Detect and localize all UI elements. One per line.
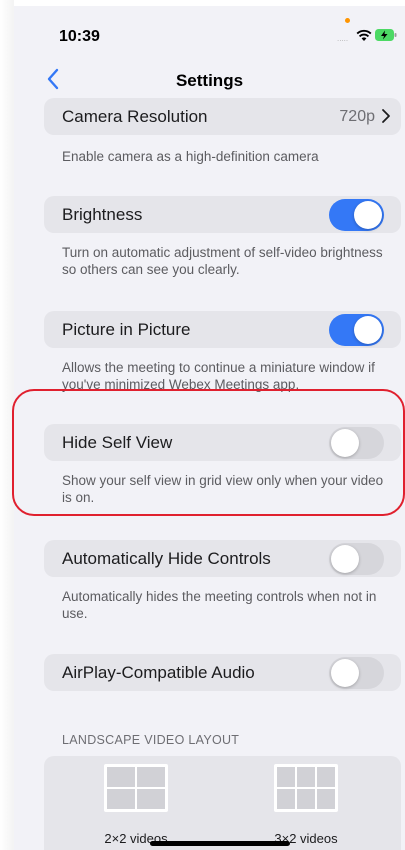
layout-option-2x2[interactable]: 2×2 videos: [81, 764, 191, 850]
home-indicator: [150, 841, 290, 846]
wifi-icon: [356, 29, 372, 41]
brightness-row: Brightness: [44, 196, 401, 233]
airplay-audio-label: AirPlay-Compatible Audio: [62, 663, 255, 682]
landscape-layout-card: 2×2 videos 3×2 videos: [44, 756, 401, 850]
grid-3x2-icon: [274, 764, 338, 812]
auto-hide-controls-description: Automatically hides the meeting controls…: [62, 589, 377, 621]
brightness-label: Brightness: [62, 205, 143, 224]
auto-hide-controls-toggle[interactable]: [329, 543, 384, 575]
status-bar: 10:39 .....: [14, 6, 405, 56]
grid-cell: [297, 789, 315, 809]
grid-cell: [277, 767, 295, 787]
camera-resolution-description: Enable camera as a high-definition camer…: [62, 149, 319, 164]
page-title: Settings: [175, 71, 244, 90]
airplay-audio-toggle[interactable]: [329, 657, 384, 689]
grid-cell: [317, 789, 335, 809]
picture-in-picture-row: Picture in Picture: [44, 311, 401, 348]
grid-cell: [107, 789, 135, 809]
grid-cell: [317, 767, 335, 787]
grid-cell: [277, 789, 295, 809]
layout-option-3x2[interactable]: 3×2 videos: [251, 764, 361, 850]
privacy-indicator-icon: [345, 18, 350, 23]
grid-cell: [137, 789, 165, 809]
grid-cell: [137, 767, 165, 787]
camera-resolution-label: Camera Resolution: [62, 107, 208, 126]
brightness-toggle[interactable]: [329, 199, 384, 231]
camera-resolution-row[interactable]: Camera Resolution 720p: [44, 98, 401, 135]
grid-2x2-icon: [104, 764, 168, 812]
grid-cell: [107, 767, 135, 787]
status-icons: .....: [337, 18, 401, 46]
toggle-knob: [354, 316, 382, 344]
brightness-description: Turn on automatic adjustment of self-vid…: [62, 245, 383, 277]
grid-cell: [297, 767, 315, 787]
toggle-knob: [331, 545, 359, 573]
airplay-audio-row: AirPlay-Compatible Audio: [44, 654, 401, 691]
landscape-layout-header: LANDSCAPE VIDEO LAYOUT: [62, 733, 240, 747]
toggle-knob: [354, 201, 382, 229]
toggle-knob: [331, 659, 359, 687]
battery-charging-icon: [375, 29, 397, 41]
cellular-signal-icon: .....: [337, 34, 349, 43]
auto-hide-controls-row: Automatically Hide Controls: [44, 540, 401, 577]
picture-in-picture-label: Picture in Picture: [62, 320, 191, 339]
picture-in-picture-toggle[interactable]: [329, 314, 384, 346]
picture-in-picture-description: Allows the meeting to continue a miniatu…: [62, 360, 375, 392]
chevron-right-icon: [382, 109, 390, 123]
highlight-annotation: [12, 389, 405, 516]
navigation-bar: Settings: [14, 61, 405, 101]
auto-hide-controls-label: Automatically Hide Controls: [62, 549, 271, 568]
status-time: 10:39: [59, 28, 100, 45]
camera-resolution-value: 720p: [339, 108, 375, 125]
